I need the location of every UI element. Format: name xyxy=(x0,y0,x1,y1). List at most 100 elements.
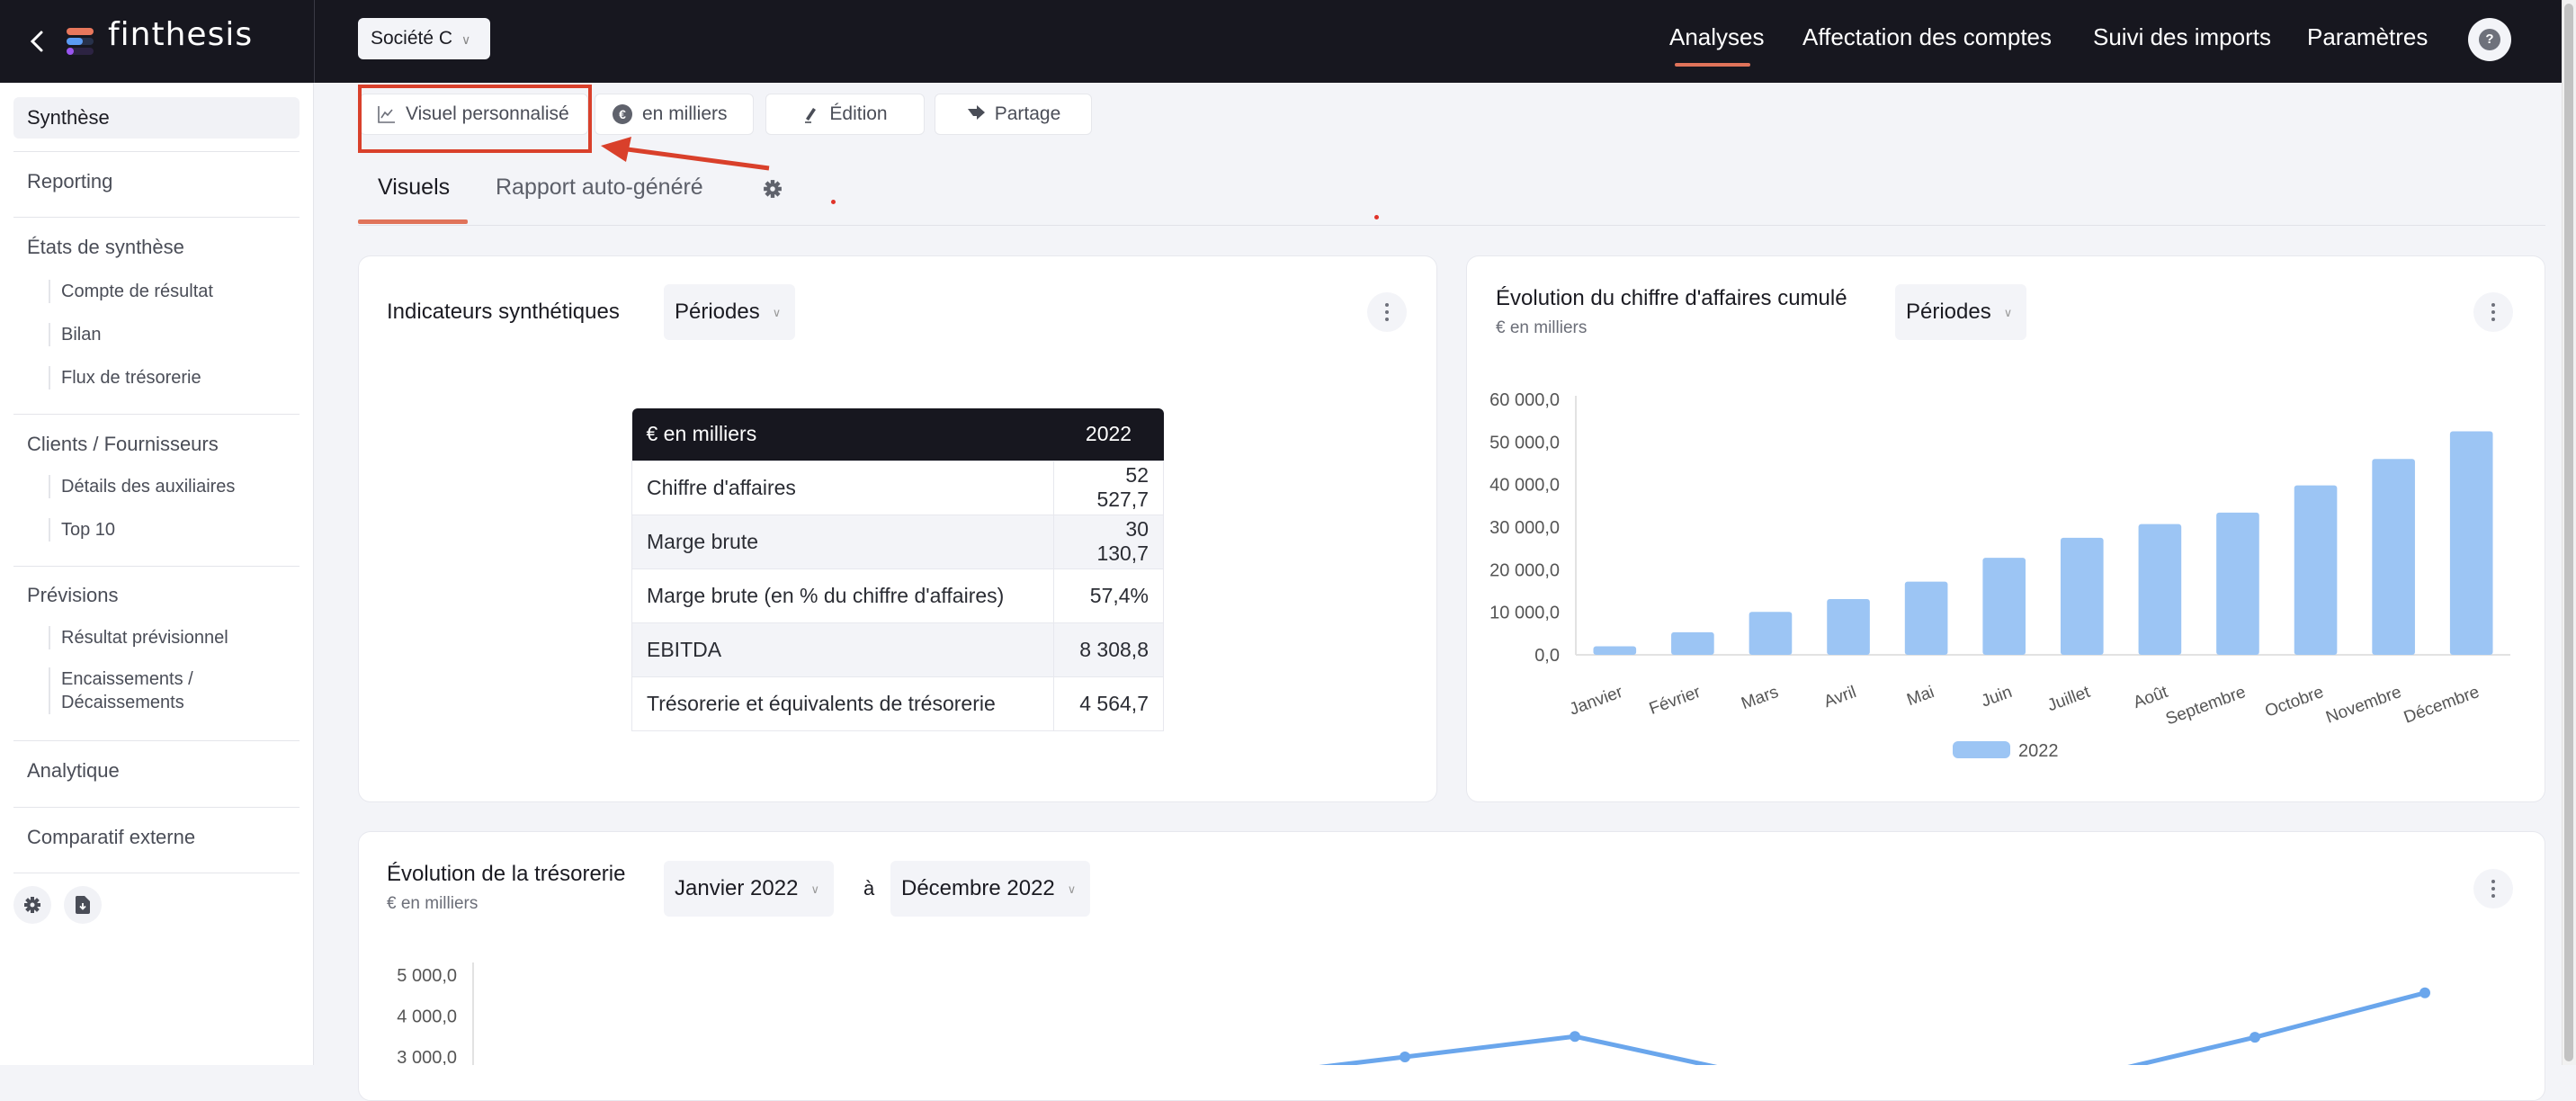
y-tick-label: 60 000,0 xyxy=(1489,390,1560,410)
sidebar-subitem-top-10[interactable]: Top 10 xyxy=(49,518,115,542)
sidebar-subitem-compte-de-resultat[interactable]: Compte de résultat xyxy=(49,280,213,303)
sidebar-subitem-bilan[interactable]: Bilan xyxy=(49,323,101,346)
sidebar-subitem-flux-de-tresorerie[interactable]: Flux de trésorerie xyxy=(49,366,201,389)
company-select[interactable]: Société C ∨ xyxy=(358,18,491,59)
sidebar-item-reporting[interactable]: Reporting xyxy=(13,170,300,193)
y-tick-label: 4 000,0 xyxy=(397,1007,457,1027)
table-row: Chiffre d'affaires 52 527,7 xyxy=(631,460,1164,515)
row-label: Chiffre d'affaires xyxy=(631,460,1054,515)
help-icon: ? xyxy=(2479,29,2500,50)
row-value: 8 308,8 xyxy=(1053,622,1164,677)
scrollbar-thumb[interactable] xyxy=(2564,4,2573,1061)
y-tick-label: 50 000,0 xyxy=(1489,433,1560,452)
sidebar-subitem-resultat-previsionnel[interactable]: Résultat prévisionnel xyxy=(49,626,228,649)
table-row: Trésorerie et équivalents de trésorerie 4… xyxy=(631,676,1164,731)
revenue-title: Évolution du chiffre d'affaires cumulé xyxy=(1496,286,1847,310)
nav-analyses[interactable]: Analyses xyxy=(1669,23,1765,51)
kpi-header-year: 2022 xyxy=(1053,408,1164,461)
period-select-value: Périodes xyxy=(675,300,760,324)
file-download-icon xyxy=(75,896,90,914)
tab-visuels[interactable]: Visuels xyxy=(378,175,450,201)
y-tick-label: 3 000,0 xyxy=(397,1048,457,1065)
gear-icon xyxy=(764,180,782,198)
range-separator: à xyxy=(863,877,875,900)
from-select-value: Janvier 2022 xyxy=(675,876,799,900)
partage-label: Partage xyxy=(994,103,1061,124)
bar xyxy=(1827,598,1870,655)
x-tick-label: Octobre xyxy=(2263,683,2327,721)
revenue-period-select[interactable]: Périodes ∨ xyxy=(1895,284,2027,340)
x-tick-label: Juillet xyxy=(2045,683,2094,716)
bar xyxy=(2138,524,2182,655)
x-tick-label: Avril xyxy=(1821,683,1859,712)
sidebar-item-synthese[interactable]: Synthèse xyxy=(13,97,300,139)
nav-suivi-des-imports[interactable]: Suivi des imports xyxy=(2093,23,2271,51)
table-row: Marge brute 30 130,7 xyxy=(631,514,1164,569)
revenue-bar-chart: 0,0 10 000,0 20 000,0 30 000,0 40 000,0 50 00… xyxy=(1489,390,2510,761)
treasury-line-chart: 3 000,0 4 000,0 5 000,0 xyxy=(397,962,2430,1065)
indicators-period-select[interactable]: Périodes ∨ xyxy=(664,284,796,340)
row-value: 57,4% xyxy=(1053,568,1164,623)
company-select-value: Société C xyxy=(371,28,453,49)
sidebar-subitem-encaissements-decaissements[interactable]: Encaissements / Décaissements xyxy=(49,667,246,714)
nav-affectation-des-comptes[interactable]: Affectation des comptes xyxy=(1802,23,2052,51)
chevron-down-icon: ∨ xyxy=(461,32,471,47)
edition-label: Édition xyxy=(829,103,888,124)
row-label: Marge brute xyxy=(631,514,1054,569)
y-tick-label: 0,0 xyxy=(1534,646,1560,666)
row-label: EBITDA xyxy=(631,622,1054,677)
sidebar-divider xyxy=(13,414,300,415)
row-value: 52 527,7 xyxy=(1053,460,1164,515)
revenue-menu-button[interactable] xyxy=(2473,292,2513,332)
kebab-icon xyxy=(2491,878,2495,900)
bar xyxy=(1671,631,1714,655)
tab-settings[interactable] xyxy=(763,179,783,203)
bar xyxy=(2060,537,2104,655)
treasury-to-select[interactable]: Décembre 2022 ∨ xyxy=(890,861,1091,917)
annotation-arrow xyxy=(601,137,770,171)
sidebar-item-clients-fournisseurs[interactable]: Clients / Fournisseurs xyxy=(13,433,300,456)
data-point xyxy=(2419,987,2430,998)
export-button[interactable] xyxy=(64,886,102,924)
legend-label: 2022 xyxy=(2018,741,2059,761)
sidebar-subitem-details-des-auxiliaires[interactable]: Détails des auxiliaires xyxy=(49,475,235,498)
row-label: Trésorerie et équivalents de trésorerie xyxy=(631,676,1054,731)
back-chevron-icon[interactable] xyxy=(20,23,56,59)
x-tick-label: Novembre xyxy=(2323,683,2404,728)
help-button[interactable]: ? xyxy=(2468,18,2511,61)
chevron-down-icon: ∨ xyxy=(2003,305,2013,319)
partage-button[interactable]: Partage xyxy=(935,94,1092,135)
tab-rapport-auto-genere[interactable]: Rapport auto-généré xyxy=(496,175,703,201)
row-value: 30 130,7 xyxy=(1053,514,1164,569)
sidebar-item-etats-de-synthese[interactable]: États de synthèse xyxy=(13,236,300,259)
x-tick-label: Mai xyxy=(1904,683,1936,710)
series-line xyxy=(1319,1034,1718,1065)
treasury-from-select[interactable]: Janvier 2022 ∨ xyxy=(664,861,834,917)
y-tick-label: 40 000,0 xyxy=(1489,476,1560,496)
indicators-menu-button[interactable] xyxy=(1367,292,1407,332)
settings-button[interactable] xyxy=(13,886,51,924)
treasury-menu-button[interactable] xyxy=(2473,869,2513,909)
bar xyxy=(2449,431,2493,655)
en-milliers-button[interactable]: € en milliers xyxy=(595,94,754,135)
sidebar-divider xyxy=(13,217,300,218)
sidebar-divider xyxy=(13,566,300,567)
nav-parametres[interactable]: Paramètres xyxy=(2307,23,2428,51)
active-tab-underline xyxy=(358,219,468,224)
edition-button[interactable]: Édition xyxy=(765,94,925,135)
tabs-divider xyxy=(358,225,2545,226)
kebab-icon xyxy=(2491,301,2495,323)
sidebar-item-analytique[interactable]: Analytique xyxy=(13,759,300,783)
period-select-value: Périodes xyxy=(1906,300,1991,324)
bar xyxy=(1904,581,1948,655)
row-label: Marge brute (en % du chiffre d'affaires) xyxy=(631,568,1054,623)
x-tick-label: Février xyxy=(1647,683,1704,719)
sidebar-item-previsions[interactable]: Prévisions xyxy=(13,584,300,607)
indicators-title: Indicateurs synthétiques xyxy=(387,300,620,324)
data-point xyxy=(1400,1052,1410,1062)
x-tick-label: Septembre xyxy=(2163,683,2249,730)
sidebar-item-comparatif-externe[interactable]: Comparatif externe xyxy=(13,826,300,849)
nav-active-underline xyxy=(1675,63,1750,67)
sidebar-divider xyxy=(13,740,300,741)
legend-swatch xyxy=(1953,741,2010,758)
